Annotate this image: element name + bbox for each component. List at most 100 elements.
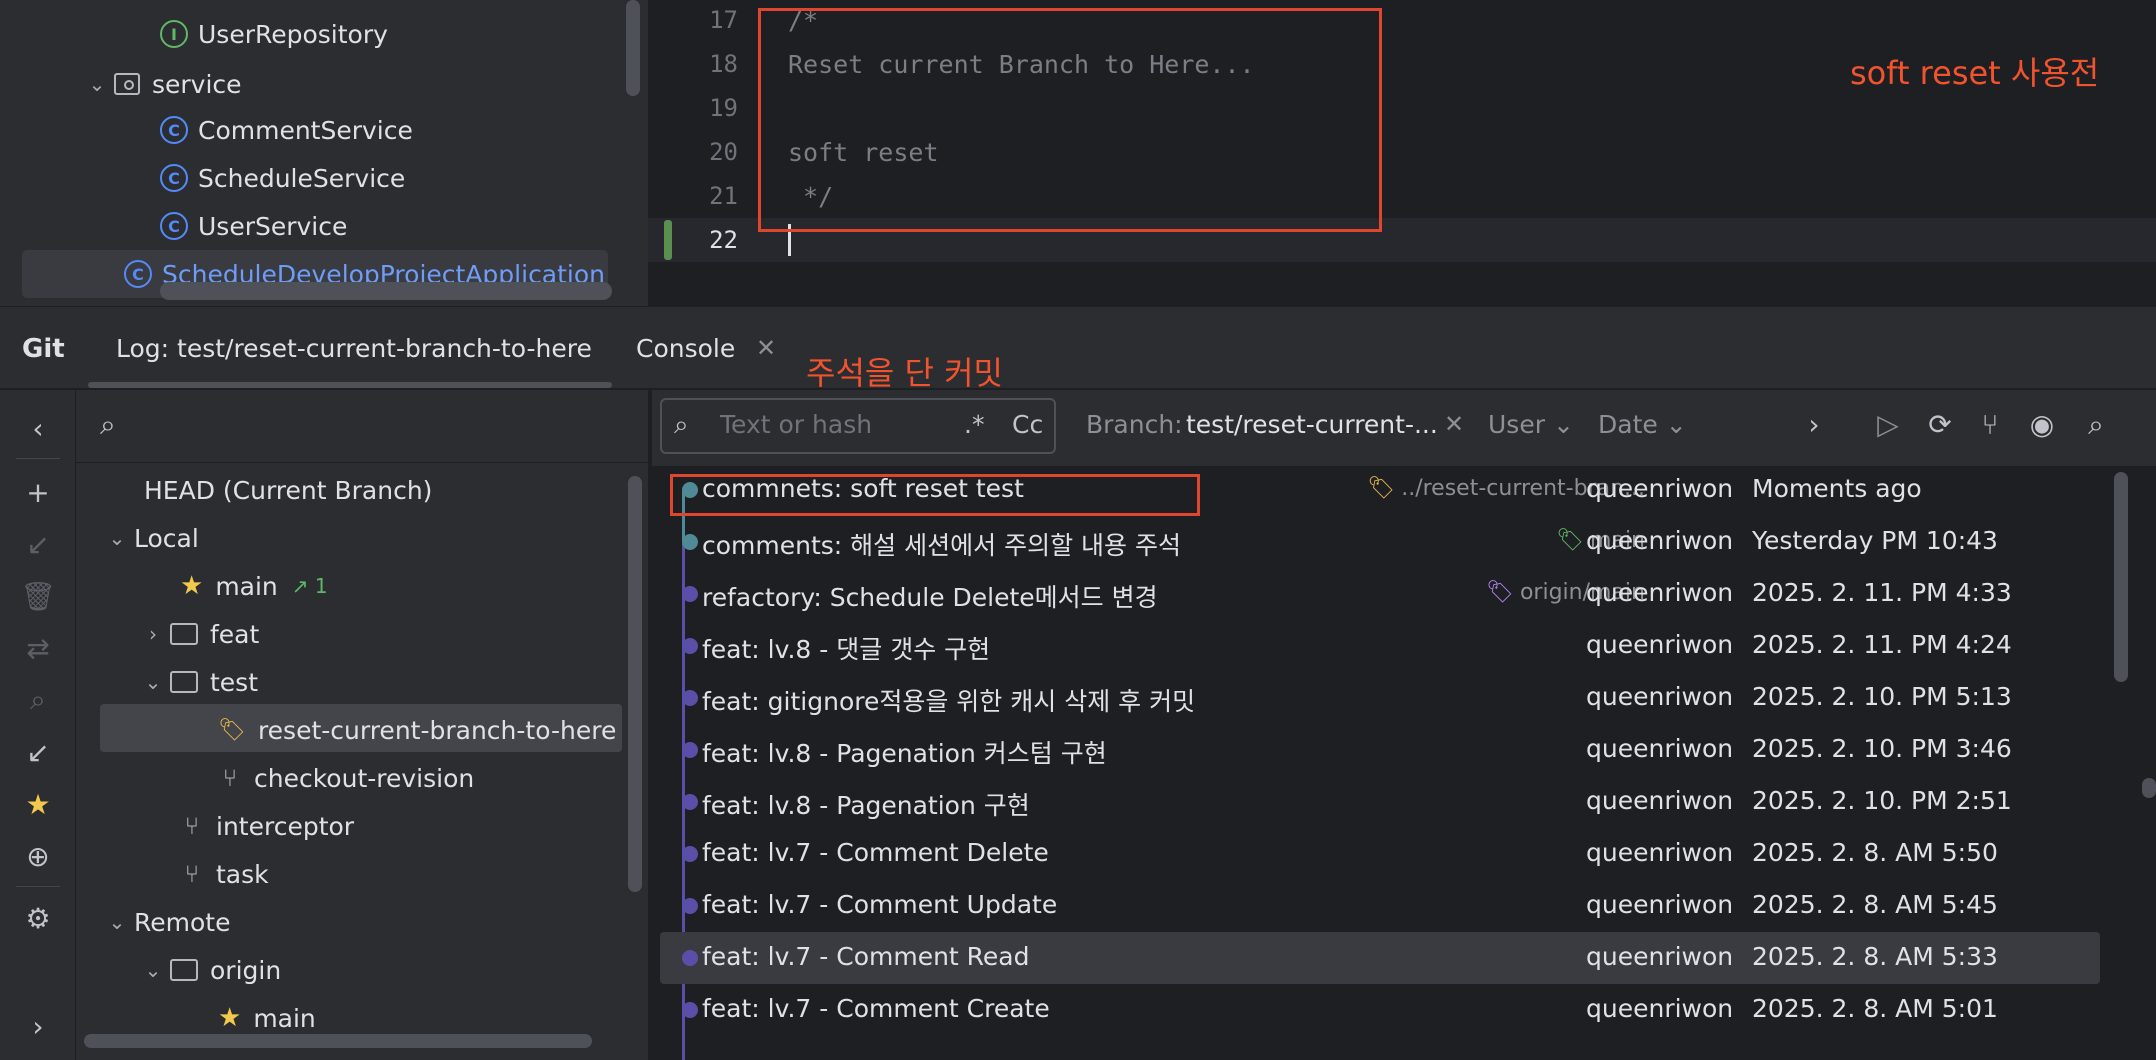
commit-author: queenriwon <box>1586 734 1734 763</box>
fetch-icon[interactable]: ↙ <box>20 734 56 770</box>
regex-toggle[interactable]: .* <box>964 410 984 439</box>
commit-author: queenriwon <box>1586 630 1734 659</box>
folder-label: test <box>210 667 259 697</box>
tab-console[interactable]: Console <box>636 334 735 363</box>
date-filter-label: Date <box>1598 410 1658 439</box>
project-tree-hscrollbar[interactable] <box>160 282 612 300</box>
commit-date: 2025. 2. 8. AM 5:50 <box>1752 838 1998 867</box>
search-icon[interactable]: ⌕ <box>674 410 689 441</box>
folder-icon <box>170 671 198 693</box>
branch-icon: ⑂ <box>184 860 200 888</box>
interface-icon: I <box>160 20 188 48</box>
graph-options-icon[interactable]: ⑂ <box>1972 408 2008 441</box>
trash-icon[interactable]: 🗑 <box>20 578 56 614</box>
branches-hscrollbar[interactable] <box>84 1034 592 1048</box>
tab-log[interactable]: Log: test/reset-current-branch-to-here <box>116 334 592 363</box>
update-icon[interactable]: ↙ <box>20 526 56 562</box>
annotation-soft-reset: soft reset 사용전 <box>1850 54 2100 92</box>
chevron-down-icon[interactable]: ⌄ <box>136 958 170 982</box>
chevron-down-icon[interactable]: ⌄ <box>100 910 134 934</box>
branch-task[interactable]: ⑂ task <box>180 850 269 898</box>
class-icon: C <box>160 116 188 144</box>
commit-author: queenriwon <box>1586 682 1734 711</box>
tree-item-commentservice[interactable]: C CommentService <box>160 106 413 154</box>
table-row[interactable]: feat: lv.7 - Comment Update queenriwon 202… <box>660 880 2100 932</box>
tree-item-userservice[interactable]: C UserService <box>160 202 347 250</box>
tree-item-scheduleservice[interactable]: C ScheduleService <box>160 154 405 202</box>
star-icon[interactable]: ★ <box>20 786 56 822</box>
table-row[interactable]: feat: lv.8 - Pagenation 커스텀 구현 queenriwon… <box>660 724 2100 776</box>
commit-message: comments: 해설 세션에서 주의할 내용 주석 <box>702 531 1181 560</box>
tree-item-label: service <box>152 69 242 99</box>
branch-folder-test[interactable]: ⌄ test <box>136 658 258 706</box>
table-row[interactable]: feat: lv.7 - Comment Create queenriwon 202… <box>660 984 2100 1036</box>
branch-head[interactable]: HEAD (Current Branch) <box>144 466 432 514</box>
branch-main[interactable]: ★ main ↗ 1 <box>180 562 328 610</box>
chevron-right-icon[interactable]: › <box>1796 408 1832 441</box>
chevron-down-icon[interactable]: ⌄ <box>100 526 134 550</box>
merge-icon[interactable]: ⇄ <box>20 630 56 666</box>
tree-item-userrepository[interactable]: I UserRepository <box>160 10 388 58</box>
search-icon[interactable]: ⌕ <box>100 408 116 442</box>
table-row[interactable]: feat: gitignore적용을 위한 캐시 삭제 후 커밋 queenriw… <box>660 672 2100 724</box>
branch-icon: ⑂ <box>222 764 238 792</box>
branch-icon: ⑂ <box>184 812 200 840</box>
table-row[interactable]: feat: lv.8 - Pagenation 구현 queenriwon 2025… <box>660 776 2100 828</box>
eye-icon[interactable]: ◉ <box>2024 408 2060 441</box>
project-tree-vscrollbar[interactable] <box>626 0 640 96</box>
search-icon[interactable]: ⌕ <box>20 682 56 718</box>
commit-message: feat: gitignore적용을 위한 캐시 삭제 후 커밋 <box>702 687 1196 716</box>
chevron-down-icon[interactable]: ⌄ <box>136 670 170 694</box>
search-icon[interactable]: ⌕ <box>2078 408 2114 442</box>
tag-icon: 🏷 <box>218 717 246 743</box>
gear-icon[interactable]: ⚙ <box>20 900 56 936</box>
commit-author: queenriwon <box>1586 890 1734 919</box>
close-icon[interactable]: ✕ <box>1444 410 1464 438</box>
class-icon: C <box>160 212 188 240</box>
star-icon: ★ <box>218 1003 242 1033</box>
commit-node <box>682 950 698 966</box>
line-number: 21 <box>709 182 738 210</box>
chevron-right-icon[interactable]: › <box>136 622 170 646</box>
branch-folder-feat[interactable]: › feat <box>136 610 259 658</box>
close-icon[interactable]: ✕ <box>756 334 776 362</box>
branch-folder-origin[interactable]: ⌄ origin <box>136 946 282 994</box>
tab-log-indicator <box>88 382 612 388</box>
branches-vscrollbar[interactable] <box>628 476 642 892</box>
branch-filter-value[interactable]: test/reset-current-... <box>1186 410 1438 439</box>
chevron-left-icon[interactable]: ‹ <box>20 410 56 446</box>
refresh-icon[interactable]: ⟳ <box>1922 408 1958 441</box>
line-number: 19 <box>709 94 738 122</box>
cherry-pick-icon[interactable]: ▷ <box>1870 408 1906 441</box>
table-row[interactable]: feat: lv.8 - 댓글 갯수 구현 queenriwon 2025. 2. … <box>660 620 2100 672</box>
date-filter-dropdown[interactable]: Date ⌄ <box>1598 410 1687 439</box>
commit-date: 2025. 2. 10. PM 3:46 <box>1752 734 2012 763</box>
commit-message: feat: lv.7 - Comment Create <box>702 994 1050 1023</box>
table-row[interactable]: feat: lv.7 - Comment Read queenriwon 2025.… <box>660 932 2100 984</box>
branch-interceptor[interactable]: ⑂ interceptor <box>180 802 354 850</box>
locate-icon[interactable]: ⊕ <box>20 838 56 874</box>
line-number: 18 <box>709 50 738 78</box>
add-icon[interactable]: + <box>20 474 56 510</box>
chevron-right-icon[interactable]: › <box>20 1008 56 1044</box>
table-row[interactable]: feat: lv.7 - Comment Delete queenriwon 202… <box>660 828 2100 880</box>
tree-item-service[interactable]: ⌄ service <box>80 60 242 108</box>
chevron-down-icon[interactable]: ⌄ <box>80 72 114 96</box>
commit-author: queenriwon <box>1586 838 1734 867</box>
line-number: 20 <box>709 138 738 166</box>
branch-reset-current[interactable]: 🏷 reset-current-branch-to-here <box>218 706 616 754</box>
log-filter-input[interactable]: Text or hash <box>720 410 872 439</box>
user-filter-dropdown[interactable]: User ⌄ <box>1488 410 1574 439</box>
table-row[interactable]: refactory: Schedule Delete메서드 변경 🏷 origin/… <box>660 568 2100 620</box>
branch-group-local[interactable]: ⌄ Local <box>100 514 199 562</box>
match-case-toggle[interactable]: Cc <box>1012 410 1043 439</box>
branch-checkout-revision[interactable]: ⑂ checkout-revision <box>218 754 474 802</box>
panel-resize-handle[interactable] <box>2142 778 2156 798</box>
log-vscrollbar[interactable] <box>2114 472 2128 682</box>
commit-message: feat: lv.8 - 댓글 갯수 구현 <box>702 635 991 664</box>
branch-label: reset-current-branch-to-here <box>257 715 617 745</box>
branch-filter-label[interactable]: Branch: <box>1086 410 1183 439</box>
commit-date: 2025. 2. 8. AM 5:33 <box>1752 942 1998 971</box>
branch-group-remote[interactable]: ⌄ Remote <box>100 898 231 946</box>
table-row[interactable]: comments: 해설 세션에서 주의할 내용 주석 🏷 main queenriw… <box>660 516 2100 568</box>
